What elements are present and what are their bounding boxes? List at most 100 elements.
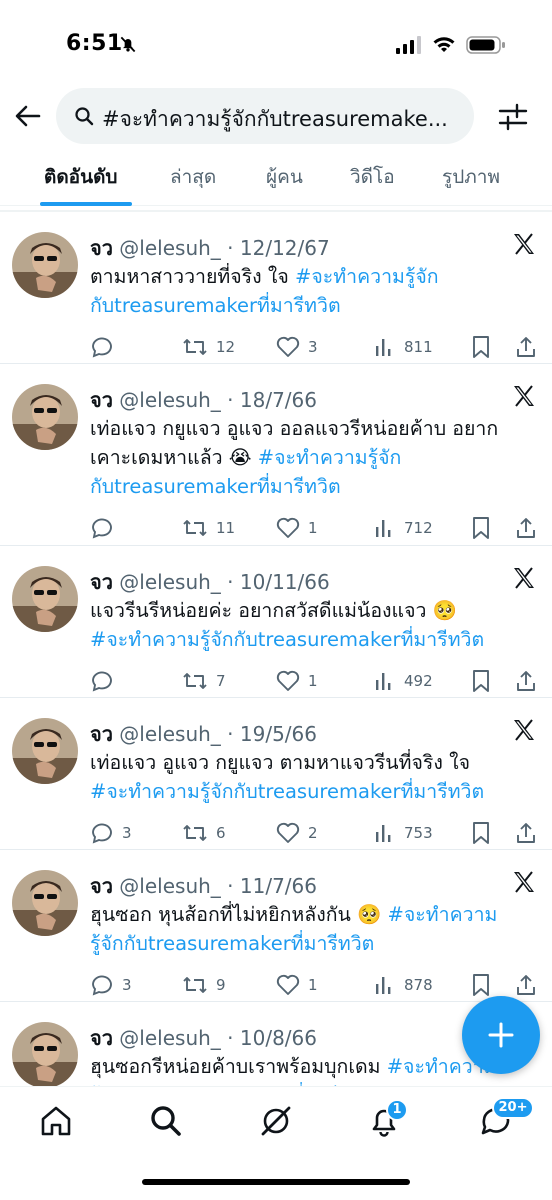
reply-button[interactable]	[90, 666, 122, 696]
like-button[interactable]: 1	[276, 513, 318, 543]
avatar[interactable]	[12, 718, 78, 784]
tweet-header: จว @lelesuh_ · 10/8/66	[90, 1022, 317, 1054]
tweet[interactable]: จว @lelesuh_ · 18/7/66 เท่อแจว กยูแจว อูแ…	[0, 364, 552, 546]
x-logo-icon	[512, 232, 536, 256]
search-input[interactable]: #จะทำความรู้จักกับtreasuremake...	[56, 88, 474, 144]
display-name[interactable]: จว	[90, 570, 113, 594]
user-handle[interactable]: @lelesuh_	[113, 722, 221, 746]
notifications-tab[interactable]: 1	[366, 1099, 408, 1139]
retweets-count: 9	[216, 976, 226, 994]
retweet-icon	[183, 825, 207, 841]
grok-icon[interactable]	[258, 1103, 294, 1139]
tweet[interactable]: จว @lelesuh_ · 10/11/66 แจวรีนรีหน่อยค่ะ …	[0, 546, 552, 698]
display-name[interactable]: จว	[90, 874, 113, 898]
views-button[interactable]: 878	[374, 970, 433, 1000]
tweet-text: ฮุนซอก หุนส้อกที่ไม่หยิกหลังกัน 🥺 #จะทำค…	[90, 900, 530, 958]
share-icon	[517, 823, 535, 843]
views-chart-icon	[376, 977, 391, 994]
plus-icon	[488, 1022, 514, 1048]
display-name[interactable]: จว	[90, 1026, 113, 1050]
user-handle[interactable]: @lelesuh_	[113, 388, 221, 412]
cellular-signal-icon	[396, 36, 421, 54]
bookmark-icon	[473, 670, 489, 692]
user-handle[interactable]: @lelesuh_	[113, 1026, 221, 1050]
tweet[interactable]: จว @lelesuh_ · 19/5/66 เท่อแจว อูแจว กยูแ…	[0, 698, 552, 850]
tab-latest[interactable]: ล่าสุด	[170, 162, 216, 192]
tweet-text-segment: ฮุนซอก หุนส้อกที่ไม่หยิกหลังกัน 🥺	[90, 903, 388, 926]
share-button[interactable]	[515, 332, 537, 362]
share-button[interactable]	[515, 666, 537, 696]
share-button[interactable]	[515, 970, 537, 1000]
display-name[interactable]: จว	[90, 236, 113, 260]
reply-button[interactable]	[90, 332, 122, 362]
share-icon	[517, 975, 535, 995]
reply-button[interactable]: 3	[90, 970, 132, 1000]
hashtag-link[interactable]: #จะทำความรู้จัก	[295, 265, 439, 288]
tweet-text-line: กับtreasuremakerที่มารีทวิต	[90, 291, 530, 320]
views-button[interactable]: 811	[374, 332, 433, 362]
display-name[interactable]: จว	[90, 722, 113, 746]
compose-post-button[interactable]	[462, 996, 540, 1074]
search-nav-icon[interactable]	[148, 1103, 184, 1139]
tab-videos[interactable]: วิดีโอ	[350, 162, 395, 192]
tab-people[interactable]: ผู้คน	[266, 162, 303, 192]
tab-top[interactable]: ติดอันดับ	[44, 162, 117, 192]
hashtag-link[interactable]: กับtreasuremakerที่มารีทวิต	[90, 475, 341, 498]
retweet-button[interactable]: 12	[182, 332, 235, 362]
avatar[interactable]	[12, 1022, 78, 1086]
tab-photos[interactable]: รูปภาพ	[442, 162, 500, 192]
views-button[interactable]: 753	[374, 818, 433, 848]
bookmark-button[interactable]	[470, 970, 492, 1000]
views-count: 712	[404, 519, 433, 537]
avatar[interactable]	[12, 232, 78, 298]
bookmark-button[interactable]	[470, 818, 492, 848]
likes-count: 3	[308, 338, 318, 356]
views-count: 492	[404, 672, 433, 690]
like-heart-icon	[276, 336, 300, 357]
user-handle[interactable]: @lelesuh_	[113, 874, 221, 898]
avatar[interactable]	[12, 384, 78, 450]
avatar-photo	[12, 384, 78, 450]
avatar[interactable]	[12, 566, 78, 632]
hashtag-link[interactable]: รู้จักกับtreasuremakerที่มารีทวิต	[90, 932, 374, 955]
tweet-text-segment: เท่อแจว กยูแจว อูแจว ออลแจวรีหน่อยค้าบ อ…	[90, 417, 499, 440]
hashtag-link[interactable]: กับtreasuremakerที่มารีทวิต	[90, 294, 341, 317]
tweet-text-line: เท่อแจว กยูแจว อูแจว ออลแจวรีหน่อยค้าบ อ…	[90, 414, 530, 443]
reply-button[interactable]: 3	[90, 818, 132, 848]
views-button[interactable]: 492	[374, 666, 433, 696]
retweet-button[interactable]: 6	[182, 818, 226, 848]
filter-sliders-icon[interactable]	[496, 100, 530, 134]
like-button[interactable]: 1	[276, 666, 318, 696]
retweet-button[interactable]: 9	[182, 970, 226, 1000]
hashtag-link[interactable]: #จะทำความรู้จัก	[258, 446, 402, 469]
tweet[interactable]: จว @lelesuh_ · 12/12/67 ตามหาสาววายที่จริ…	[0, 212, 552, 364]
user-handle[interactable]: @lelesuh_	[113, 570, 221, 594]
tweet[interactable]: จว @lelesuh_ · 11/7/66 ฮุนซอก หุนส้อกที่ไ…	[0, 850, 552, 1002]
retweet-icon	[183, 673, 207, 689]
user-handle[interactable]: @lelesuh_	[113, 236, 221, 260]
hashtag-link[interactable]: #จะทำความรู้จักกับtreasuremakerที่มารีทว…	[90, 780, 484, 803]
tweet-date: · 12/12/67	[220, 236, 330, 260]
tweet-text-line: #จะทำความรู้จักกับtreasuremakerที่มารีทว…	[90, 625, 530, 654]
messages-tab[interactable]: 20+	[478, 1097, 534, 1139]
bookmark-button[interactable]	[470, 332, 492, 362]
like-button[interactable]: 1	[276, 970, 318, 1000]
hashtag-link[interactable]: #จะทำความรู้จักกับtreasuremakerที่มารีทว…	[90, 628, 484, 651]
retweets-count: 12	[216, 338, 236, 356]
share-button[interactable]	[515, 818, 537, 848]
bookmark-button[interactable]	[470, 513, 492, 543]
back-button[interactable]	[12, 100, 44, 132]
like-button[interactable]: 3	[276, 332, 318, 362]
tweet-feed[interactable]: จว @lelesuh_ · 12/12/67 ตามหาสาววายที่จริ…	[0, 206, 552, 1086]
retweet-button[interactable]: 7	[182, 666, 226, 696]
bookmark-button[interactable]	[470, 666, 492, 696]
hashtag-link[interactable]: #จะทำความ	[388, 903, 498, 926]
retweet-button[interactable]: 11	[182, 513, 235, 543]
avatar[interactable]	[12, 870, 78, 936]
reply-button[interactable]	[90, 513, 122, 543]
display-name[interactable]: จว	[90, 388, 113, 412]
share-button[interactable]	[515, 513, 537, 543]
views-button[interactable]: 712	[374, 513, 433, 543]
like-button[interactable]: 2	[276, 818, 318, 848]
home-icon[interactable]	[38, 1103, 74, 1139]
